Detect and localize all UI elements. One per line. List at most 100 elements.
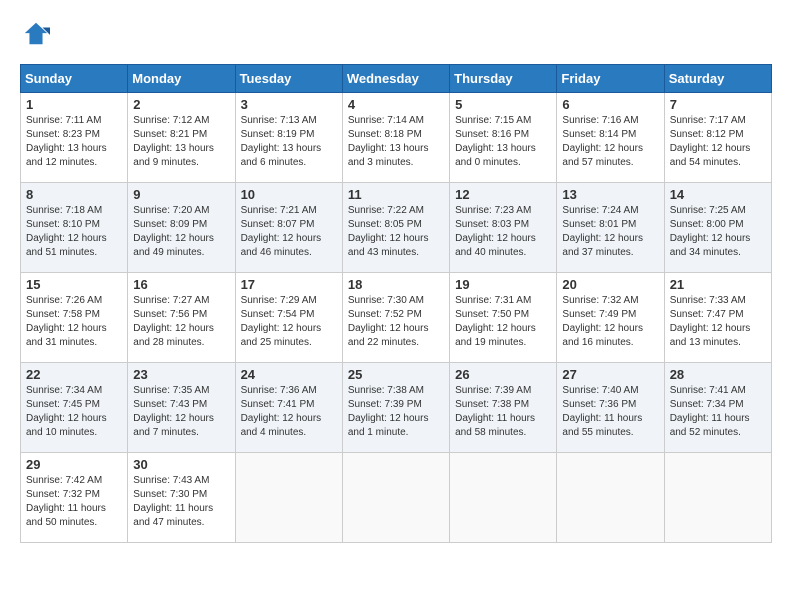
day-number: 12 bbox=[455, 187, 551, 202]
day-info: Sunrise: 7:40 AMSunset: 7:36 PMDaylight:… bbox=[562, 384, 658, 440]
calendar-cell: 9 Sunrise: 7:20 AMSunset: 8:09 PMDaylight… bbox=[128, 183, 235, 273]
calendar-week-row: 22 Sunrise: 7:34 AMSunset: 7:45 PMDayligh… bbox=[21, 363, 772, 453]
day-number: 8 bbox=[26, 187, 122, 202]
day-info: Sunrise: 7:14 AMSunset: 8:18 PMDaylight:… bbox=[348, 114, 444, 170]
calendar-cell: 5 Sunrise: 7:15 AMSunset: 8:16 PMDaylight… bbox=[450, 93, 557, 183]
day-number: 29 bbox=[26, 457, 122, 472]
calendar-cell: 27Sunrise: 7:40 AMSunset: 7:36 PMDayligh… bbox=[557, 363, 664, 453]
calendar-cell: 22 Sunrise: 7:34 AMSunset: 7:45 PMDayligh… bbox=[21, 363, 128, 453]
day-info: Sunrise: 7:35 AMSunset: 7:43 PMDaylight:… bbox=[133, 384, 229, 440]
calendar-cell: 15Sunrise: 7:26 AMSunset: 7:58 PMDayligh… bbox=[21, 273, 128, 363]
calendar-week-row: 1 Sunrise: 7:11 AMSunset: 8:23 PMDaylight… bbox=[21, 93, 772, 183]
day-number: 18 bbox=[348, 277, 444, 292]
day-info: Sunrise: 7:21 AMSunset: 8:07 PMDaylight:… bbox=[241, 204, 337, 260]
calendar-cell: 23 Sunrise: 7:35 AMSunset: 7:43 PMDayligh… bbox=[128, 363, 235, 453]
calendar-cell: 26 Sunrise: 7:39 AMSunset: 7:38 PMDayligh… bbox=[450, 363, 557, 453]
calendar-cell: 10 Sunrise: 7:21 AMSunset: 8:07 PMDayligh… bbox=[235, 183, 342, 273]
col-header-sunday: Sunday bbox=[21, 65, 128, 93]
day-number: 25 bbox=[348, 367, 444, 382]
col-header-tuesday: Tuesday bbox=[235, 65, 342, 93]
day-number: 3 bbox=[241, 97, 337, 112]
day-number: 22 bbox=[26, 367, 122, 382]
day-number: 7 bbox=[670, 97, 766, 112]
day-number: 2 bbox=[133, 97, 229, 112]
calendar-cell: 1 Sunrise: 7:11 AMSunset: 8:23 PMDaylight… bbox=[21, 93, 128, 183]
calendar-header-row: SundayMondayTuesdayWednesdayThursdayFrid… bbox=[21, 65, 772, 93]
col-header-friday: Friday bbox=[557, 65, 664, 93]
day-info: Sunrise: 7:33 AMSunset: 7:47 PMDaylight:… bbox=[670, 294, 766, 350]
day-number: 24 bbox=[241, 367, 337, 382]
calendar-cell: 21 Sunrise: 7:33 AMSunset: 7:47 PMDayligh… bbox=[664, 273, 771, 363]
day-number: 15 bbox=[26, 277, 122, 292]
day-info: Sunrise: 7:32 AMSunset: 7:49 PMDaylight:… bbox=[562, 294, 658, 350]
calendar-cell: 6 Sunrise: 7:16 AMSunset: 8:14 PMDaylight… bbox=[557, 93, 664, 183]
day-info: Sunrise: 7:36 AMSunset: 7:41 PMDaylight:… bbox=[241, 384, 337, 440]
calendar-cell: 28Sunrise: 7:41 AMSunset: 7:34 PMDayligh… bbox=[664, 363, 771, 453]
day-info: Sunrise: 7:11 AMSunset: 8:23 PMDaylight:… bbox=[26, 114, 122, 170]
day-info: Sunrise: 7:15 AMSunset: 8:16 PMDaylight:… bbox=[455, 114, 551, 170]
calendar-cell: 30Sunrise: 7:43 AMSunset: 7:30 PMDayligh… bbox=[128, 453, 235, 543]
calendar-cell: 18 Sunrise: 7:30 AMSunset: 7:52 PMDayligh… bbox=[342, 273, 449, 363]
col-header-saturday: Saturday bbox=[664, 65, 771, 93]
day-number: 19 bbox=[455, 277, 551, 292]
day-info: Sunrise: 7:22 AMSunset: 8:05 PMDaylight:… bbox=[348, 204, 444, 260]
day-number: 4 bbox=[348, 97, 444, 112]
day-number: 28 bbox=[670, 367, 766, 382]
day-info: Sunrise: 7:27 AMSunset: 7:56 PMDaylight:… bbox=[133, 294, 229, 350]
day-info: Sunrise: 7:34 AMSunset: 7:45 PMDaylight:… bbox=[26, 384, 122, 440]
calendar-cell bbox=[557, 453, 664, 543]
day-info: Sunrise: 7:23 AMSunset: 8:03 PMDaylight:… bbox=[455, 204, 551, 260]
logo bbox=[20, 20, 52, 48]
calendar-cell: 12 Sunrise: 7:23 AMSunset: 8:03 PMDayligh… bbox=[450, 183, 557, 273]
day-info: Sunrise: 7:13 AMSunset: 8:19 PMDaylight:… bbox=[241, 114, 337, 170]
day-info: Sunrise: 7:38 AMSunset: 7:39 PMDaylight:… bbox=[348, 384, 444, 440]
calendar-cell: 29 Sunrise: 7:42 AMSunset: 7:32 PMDayligh… bbox=[21, 453, 128, 543]
calendar-cell: 7 Sunrise: 7:17 AMSunset: 8:12 PMDaylight… bbox=[664, 93, 771, 183]
col-header-monday: Monday bbox=[128, 65, 235, 93]
calendar-cell: 11 Sunrise: 7:22 AMSunset: 8:05 PMDayligh… bbox=[342, 183, 449, 273]
day-info: Sunrise: 7:39 AMSunset: 7:38 PMDaylight:… bbox=[455, 384, 551, 440]
day-info: Sunrise: 7:31 AMSunset: 7:50 PMDaylight:… bbox=[455, 294, 551, 350]
calendar-cell: 2Sunrise: 7:12 AMSunset: 8:21 PMDaylight… bbox=[128, 93, 235, 183]
calendar-cell bbox=[342, 453, 449, 543]
day-number: 13 bbox=[562, 187, 658, 202]
day-number: 26 bbox=[455, 367, 551, 382]
day-info: Sunrise: 7:29 AMSunset: 7:54 PMDaylight:… bbox=[241, 294, 337, 350]
day-info: Sunrise: 7:25 AMSunset: 8:00 PMDaylight:… bbox=[670, 204, 766, 260]
day-number: 1 bbox=[26, 97, 122, 112]
calendar-cell: 24 Sunrise: 7:36 AMSunset: 7:41 PMDayligh… bbox=[235, 363, 342, 453]
calendar-cell: 20Sunrise: 7:32 AMSunset: 7:49 PMDayligh… bbox=[557, 273, 664, 363]
day-info: Sunrise: 7:42 AMSunset: 7:32 PMDaylight:… bbox=[26, 474, 122, 530]
calendar-cell: 3 Sunrise: 7:13 AMSunset: 8:19 PMDaylight… bbox=[235, 93, 342, 183]
calendar-cell bbox=[664, 453, 771, 543]
day-info: Sunrise: 7:24 AMSunset: 8:01 PMDaylight:… bbox=[562, 204, 658, 260]
day-number: 14 bbox=[670, 187, 766, 202]
day-info: Sunrise: 7:20 AMSunset: 8:09 PMDaylight:… bbox=[133, 204, 229, 260]
calendar-cell: 8Sunrise: 7:18 AMSunset: 8:10 PMDaylight… bbox=[21, 183, 128, 273]
day-number: 5 bbox=[455, 97, 551, 112]
day-number: 6 bbox=[562, 97, 658, 112]
calendar-cell: 4 Sunrise: 7:14 AMSunset: 8:18 PMDaylight… bbox=[342, 93, 449, 183]
calendar-cell: 19 Sunrise: 7:31 AMSunset: 7:50 PMDayligh… bbox=[450, 273, 557, 363]
calendar-cell bbox=[450, 453, 557, 543]
day-number: 10 bbox=[241, 187, 337, 202]
calendar-cell: 14 Sunrise: 7:25 AMSunset: 8:00 PMDayligh… bbox=[664, 183, 771, 273]
calendar-week-row: 29 Sunrise: 7:42 AMSunset: 7:32 PMDayligh… bbox=[21, 453, 772, 543]
day-info: Sunrise: 7:30 AMSunset: 7:52 PMDaylight:… bbox=[348, 294, 444, 350]
day-number: 17 bbox=[241, 277, 337, 292]
day-info: Sunrise: 7:16 AMSunset: 8:14 PMDaylight:… bbox=[562, 114, 658, 170]
col-header-thursday: Thursday bbox=[450, 65, 557, 93]
day-info: Sunrise: 7:17 AMSunset: 8:12 PMDaylight:… bbox=[670, 114, 766, 170]
day-number: 30 bbox=[133, 457, 229, 472]
calendar-cell: 16 Sunrise: 7:27 AMSunset: 7:56 PMDayligh… bbox=[128, 273, 235, 363]
day-number: 16 bbox=[133, 277, 229, 292]
calendar-week-row: 8Sunrise: 7:18 AMSunset: 8:10 PMDaylight… bbox=[21, 183, 772, 273]
day-number: 11 bbox=[348, 187, 444, 202]
calendar-cell: 25 Sunrise: 7:38 AMSunset: 7:39 PMDayligh… bbox=[342, 363, 449, 453]
day-number: 23 bbox=[133, 367, 229, 382]
day-number: 9 bbox=[133, 187, 229, 202]
calendar-cell: 13 Sunrise: 7:24 AMSunset: 8:01 PMDayligh… bbox=[557, 183, 664, 273]
calendar-week-row: 15Sunrise: 7:26 AMSunset: 7:58 PMDayligh… bbox=[21, 273, 772, 363]
day-number: 21 bbox=[670, 277, 766, 292]
calendar-table: SundayMondayTuesdayWednesdayThursdayFrid… bbox=[20, 64, 772, 543]
